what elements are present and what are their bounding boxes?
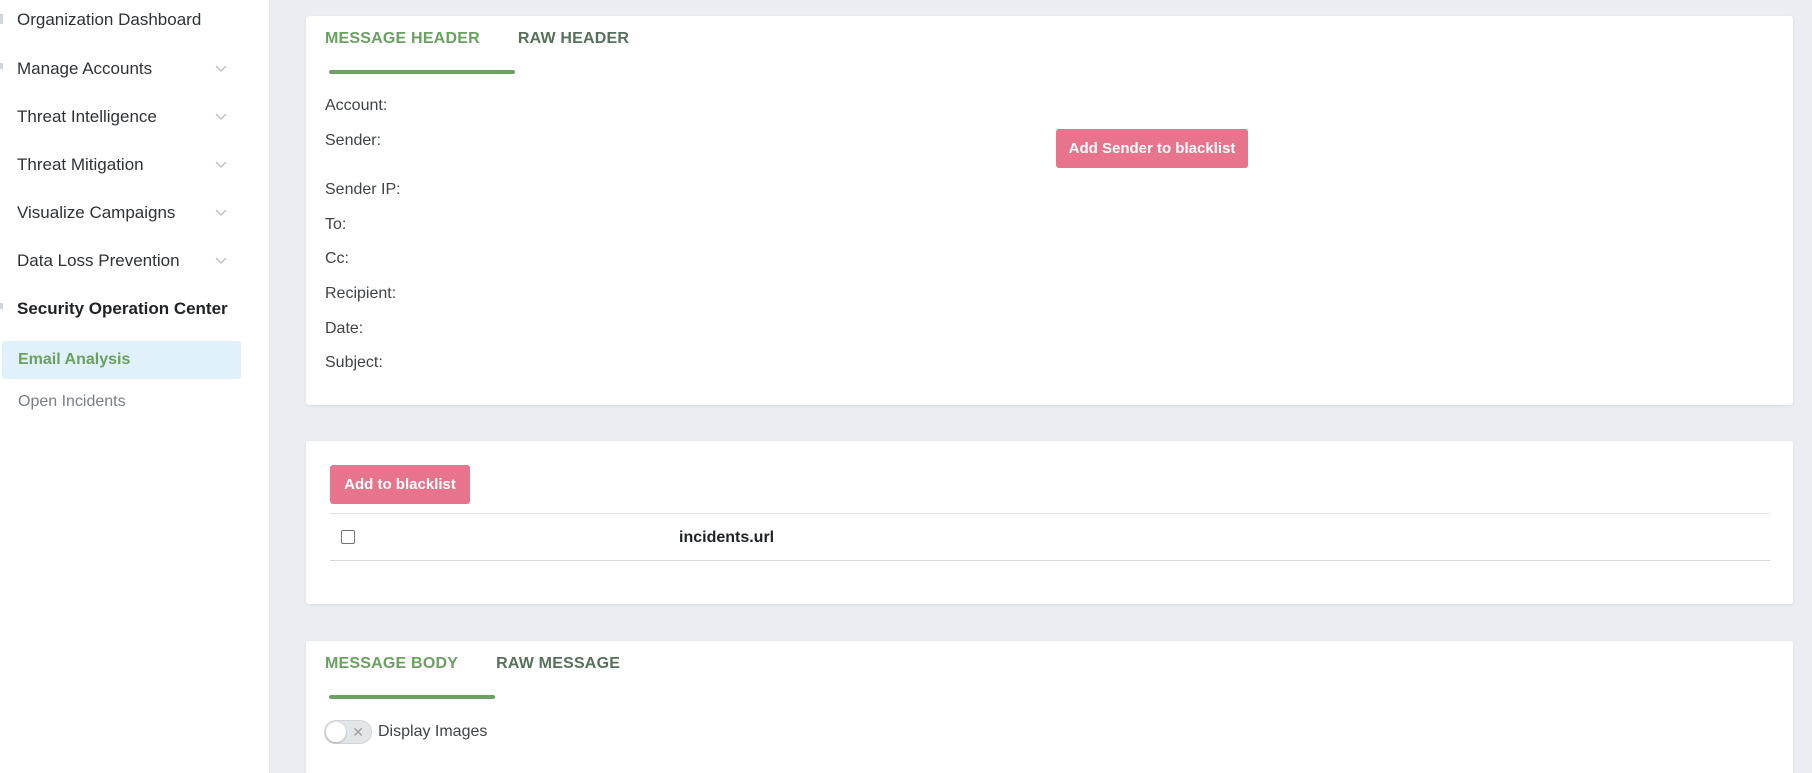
column-header-url: incidents.url (679, 529, 775, 546)
sidebar-item-threat-mitigation[interactable]: Threat Mitigation (0, 145, 240, 185)
sidebar-item-label: Organization Dashboard (17, 10, 202, 29)
chevron-down-icon (214, 254, 228, 268)
sidebar-item-threat-intelligence[interactable]: Threat Intelligence (0, 97, 240, 137)
display-images-label: Display Images (378, 723, 488, 740)
sidebar-subitem-label: Email Analysis (18, 351, 131, 368)
chevron-down-icon (214, 206, 228, 220)
sidebar-item-label: Manage Accounts (17, 59, 153, 78)
add-sender-to-blacklist-button[interactable]: Add Sender to blacklist (1056, 129, 1248, 168)
tab-raw-message[interactable]: RAW MESSAGE (496, 641, 620, 701)
sidebar-item-label: Threat Mitigation (17, 155, 144, 174)
active-tab-indicator (329, 695, 495, 699)
message-body-card: MESSAGE BODY RAW MESSAGE ✕ Display Image… (306, 641, 1793, 773)
field-to: To: (325, 216, 347, 233)
field-cc: Cc: (325, 250, 349, 267)
sidebar-item-manage-accounts[interactable]: Manage Accounts (0, 49, 240, 89)
tab-raw-header[interactable]: RAW HEADER (518, 16, 629, 76)
header-tabs: MESSAGE HEADER RAW HEADER (325, 16, 667, 76)
chevron-down-icon (214, 110, 228, 124)
sidebar-subitem-open-incidents[interactable]: Open Incidents (2, 383, 241, 421)
sidebar-subitem-email-analysis[interactable]: Email Analysis (2, 341, 241, 379)
tab-message-body[interactable]: MESSAGE BODY (325, 641, 458, 701)
chevron-down-icon (214, 62, 228, 76)
tab-message-header[interactable]: MESSAGE HEADER (325, 16, 480, 76)
sidebar-item-label: Security Operation Center (17, 299, 228, 318)
field-sender-ip: Sender IP: (325, 181, 401, 198)
display-images-toggle[interactable]: ✕ (324, 720, 372, 744)
field-subject: Subject: (325, 354, 383, 371)
field-recipient: Recipient: (325, 285, 397, 302)
sidebar-item-organization-dashboard[interactable]: Organization Dashboard (0, 0, 240, 40)
sidebar-item-data-loss-prevention[interactable]: Data Loss Prevention (0, 241, 240, 281)
sidebar-item-label: Data Loss Prevention (17, 251, 180, 270)
close-icon: ✕ (352, 724, 364, 740)
field-account: Account: (325, 97, 388, 114)
field-sender: Sender: (325, 132, 382, 149)
select-all-checkbox[interactable] (341, 530, 355, 544)
field-date: Date: (325, 320, 364, 337)
sidebar: Organization Dashboard Manage Accounts T… (0, 0, 270, 773)
sidebar-item-security-operation-center[interactable]: Security Operation Center (0, 289, 240, 329)
sidebar-item-label: Visualize Campaigns (17, 203, 176, 222)
add-to-blacklist-button[interactable]: Add to blacklist (330, 465, 470, 504)
sidebar-subitem-label: Open Incidents (18, 393, 126, 410)
table-header-border (330, 560, 1770, 561)
active-tab-indicator (329, 70, 515, 74)
sidebar-item-label: Threat Intelligence (17, 107, 157, 126)
body-tabs: MESSAGE BODY RAW MESSAGE (325, 641, 658, 701)
chevron-down-icon (214, 158, 228, 172)
table-top-border (330, 513, 1770, 514)
app-root: Organization Dashboard Manage Accounts T… (0, 0, 1812, 773)
message-header-card: MESSAGE HEADER RAW HEADER Account: Sende… (306, 16, 1793, 405)
sidebar-item-visualize-campaigns[interactable]: Visualize Campaigns (0, 193, 240, 233)
url-blacklist-card: Add to blacklist incidents.url (306, 441, 1793, 604)
toggle-knob (326, 722, 346, 742)
